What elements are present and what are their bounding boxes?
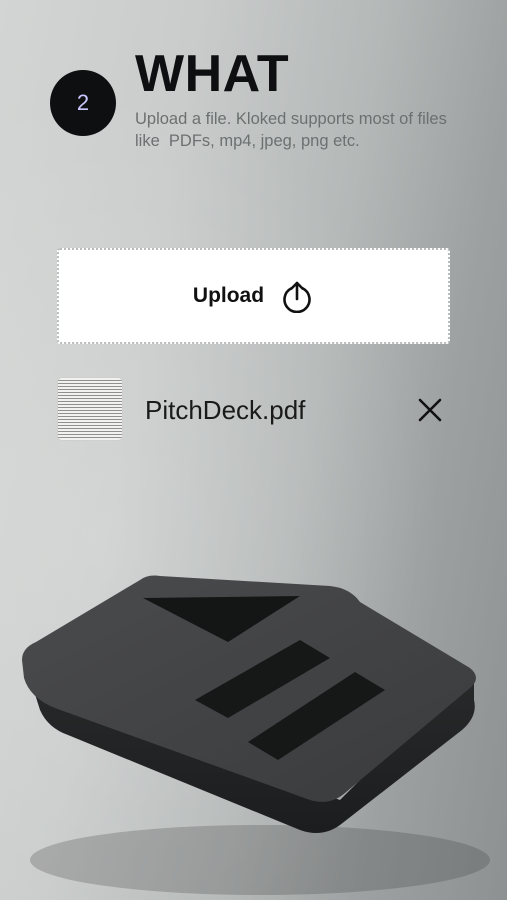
document-thumbnail [57,377,123,441]
step-number: 2 [76,90,90,115]
document-3d-illustration [22,575,490,895]
description-text: Upload a file. Kloked supports most of f… [135,110,452,150]
uploaded-file-item: PitchDeck.pdf [57,377,450,441]
step-number-badge: 2 [50,70,116,136]
upload-icon [283,281,311,313]
upload-button[interactable]: Upload [57,248,450,344]
page-title: WHAT [135,45,290,103]
file-name: PitchDeck.pdf [145,395,306,425]
close-icon[interactable] [415,395,445,425]
upload-label: Upload [192,284,265,307]
